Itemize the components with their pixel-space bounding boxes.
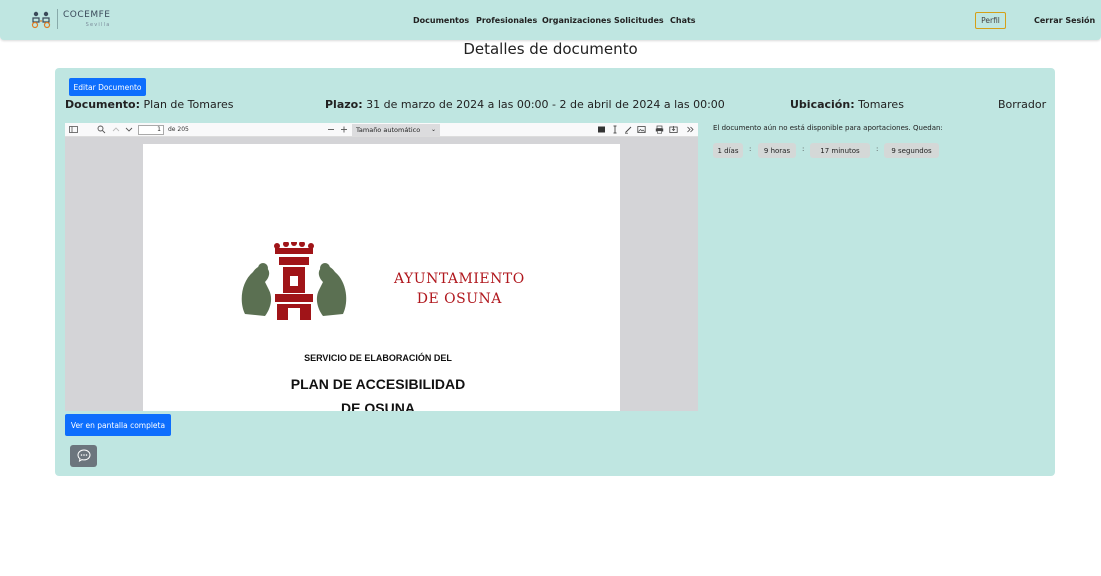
- chat-bubble-icon: [76, 447, 91, 466]
- zoom-value: Tamaño automático: [356, 126, 421, 134]
- highlight-icon[interactable]: [597, 125, 606, 137]
- pdf-title: PLAN DE ACCESIBILIDAD DE OSUNA: [143, 372, 613, 411]
- more-tools-icon[interactable]: [686, 125, 695, 137]
- document-location: Ubicación: Tomares: [790, 98, 904, 111]
- pdf-council-line1: AYUNTAMIENTO: [394, 271, 525, 287]
- print-icon[interactable]: [655, 125, 664, 137]
- countdown-separator: :: [749, 145, 752, 153]
- nav-organizaciones[interactable]: Organizaciones: [542, 16, 611, 25]
- deadline-label: Plazo:: [325, 98, 363, 111]
- countdown-seconds: 9 segundos: [884, 143, 939, 158]
- osuna-coat-of-arms-image: [241, 242, 347, 320]
- countdown-separator: :: [876, 145, 879, 153]
- zoom-select[interactable]: Tamaño automático ⌄: [352, 124, 440, 136]
- brand-logo[interactable]: COCEMFE Sevilla: [30, 9, 110, 29]
- location-label: Ubicación:: [790, 98, 855, 111]
- chevron-down-icon: ⌄: [430, 126, 436, 133]
- image-icon[interactable]: [637, 125, 646, 137]
- page-title: Detalles de documento: [463, 40, 638, 58]
- pdf-service-line: SERVICIO DE ELABORACIÓN DEL: [304, 353, 452, 363]
- nav-profesionales[interactable]: Profesionales: [476, 16, 537, 25]
- document-status: Borrador: [998, 98, 1047, 111]
- document-card: Editar Documento Documento: Plan de Toma…: [55, 68, 1055, 476]
- pdf-toolbar: 1 de 205 Tamaño automático ⌄: [65, 123, 698, 137]
- availability-notice: El documento aún no está disponible para…: [713, 124, 943, 132]
- chevron-down-icon[interactable]: [125, 125, 133, 137]
- deadline-value: 31 de marzo de 2024 a las 00:00 - 2 de a…: [366, 98, 725, 111]
- countdown-minutes: 17 minutos: [810, 143, 870, 158]
- page-count: de 205: [168, 126, 189, 133]
- draw-icon[interactable]: [624, 125, 633, 137]
- countdown-separator: :: [802, 145, 805, 153]
- zoom-in-icon[interactable]: [340, 125, 348, 137]
- pdf-title-line2: DE OSUNA: [341, 400, 415, 411]
- chat-button[interactable]: [70, 445, 97, 467]
- pdf-viewer[interactable]: 1 de 205 Tamaño automático ⌄ AYUNTAMIENT…: [65, 123, 698, 411]
- page-number-input[interactable]: 1: [138, 125, 164, 135]
- text-cursor-icon[interactable]: [611, 125, 619, 137]
- countdown-hours: 9 horas: [758, 143, 796, 158]
- save-icon[interactable]: [669, 125, 678, 137]
- pdf-title-line1: PLAN DE ACCESIBILIDAD: [290, 376, 466, 392]
- logo-divider: [57, 9, 58, 29]
- pdf-page: AYUNTAMIENTO DE OSUNA SERVICIO DE ELABOR…: [143, 144, 620, 411]
- sidebar-toggle-icon[interactable]: [69, 125, 78, 137]
- profile-button[interactable]: Perfil: [975, 12, 1006, 29]
- zoom-out-icon[interactable]: [327, 125, 335, 137]
- pdf-council-line2: DE OSUNA: [416, 291, 502, 307]
- nav-chats[interactable]: Chats: [670, 16, 696, 25]
- fullscreen-button[interactable]: Ver en pantalla completa: [65, 414, 171, 436]
- pdf-council-name: AYUNTAMIENTO DE OSUNA: [394, 269, 525, 309]
- brand-name: COCEMFE: [63, 9, 111, 20]
- nav-documentos[interactable]: Documentos: [413, 16, 469, 25]
- logo-icon: [30, 9, 52, 29]
- document-name: Documento: Plan de Tomares: [65, 98, 233, 111]
- chevron-up-icon[interactable]: [112, 125, 120, 137]
- document-deadline: Plazo: 31 de marzo de 2024 a las 00:00 -…: [325, 98, 725, 111]
- location-value: Tomares: [858, 98, 904, 111]
- document-name-value: Plan de Tomares: [143, 98, 234, 111]
- search-icon[interactable]: [97, 125, 106, 137]
- countdown-days: 1 días: [713, 143, 743, 158]
- document-name-label: Documento:: [65, 98, 141, 111]
- nav-solicitudes[interactable]: Solicitudes: [614, 16, 664, 25]
- edit-document-button[interactable]: Editar Documento: [69, 78, 146, 96]
- navbar: COCEMFE Sevilla Documentos Profesionales…: [0, 0, 1101, 40]
- logout-link[interactable]: Cerrar Sesión: [1034, 16, 1095, 25]
- brand-subtitle: Sevilla: [85, 21, 111, 28]
